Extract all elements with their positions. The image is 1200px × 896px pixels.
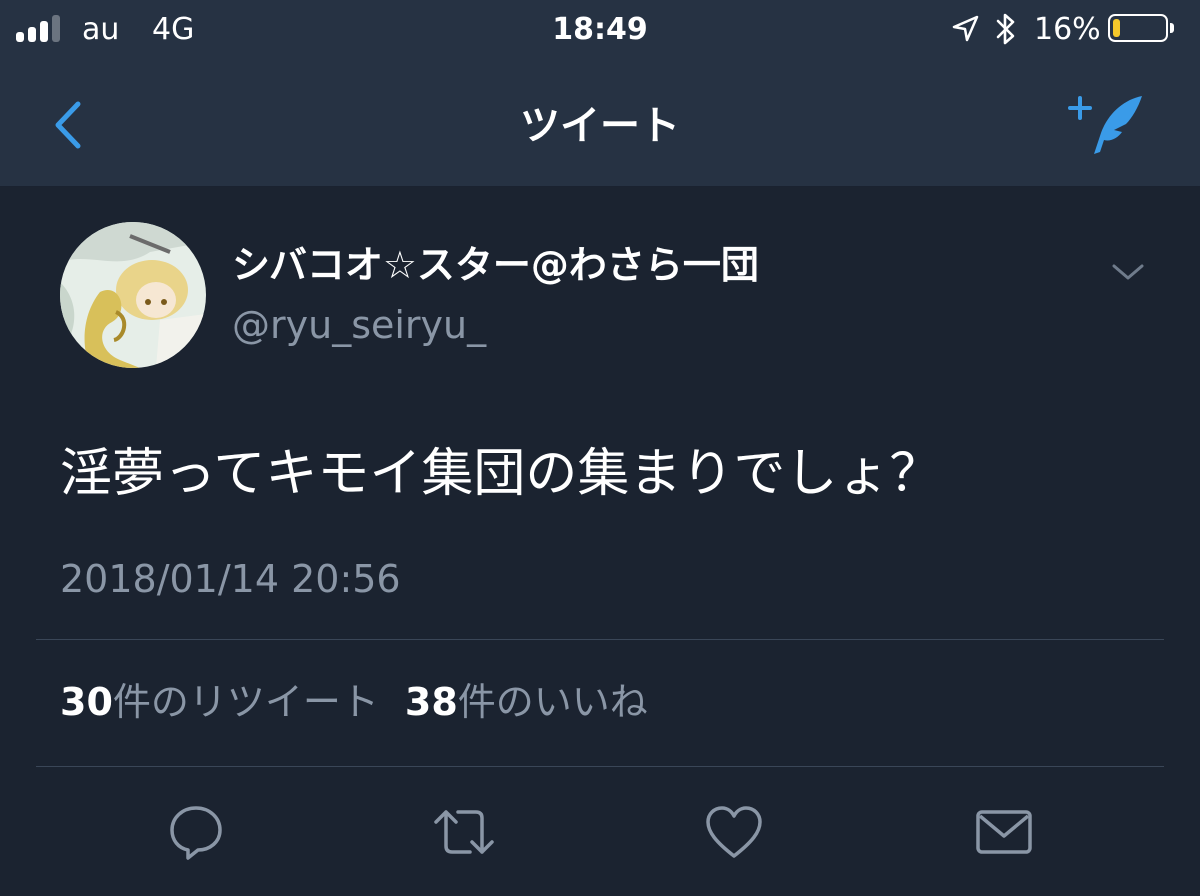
battery-icon — [1108, 14, 1176, 44]
divider — [36, 639, 1164, 640]
reply-icon — [170, 806, 222, 860]
retweet-label: 件のリツイート — [112, 680, 379, 724]
page-title: ツイート — [520, 103, 680, 149]
navigation-bar: ツイート — [0, 66, 1200, 187]
like-button[interactable] — [702, 800, 766, 864]
bluetooth-icon — [996, 13, 1015, 45]
reply-button[interactable] — [164, 800, 228, 864]
battery-percent: 16% — [1034, 12, 1101, 47]
like-count: 38 — [404, 680, 458, 724]
status-time: 18:49 — [552, 12, 648, 47]
divider — [36, 766, 1164, 767]
tweet-timestamp: 2018/01/14 20:56 — [60, 557, 401, 601]
chevron-down-icon — [1112, 264, 1144, 280]
compose-quill-icon — [1068, 96, 1142, 154]
status-bar: au 4G 18:49 16% — [0, 0, 1200, 66]
retweet-stat[interactable]: 30件のリツイート — [60, 680, 379, 724]
compose-tweet-button[interactable] — [1066, 88, 1156, 160]
retweet-icon — [434, 810, 494, 854]
location-arrow-icon — [952, 15, 979, 42]
tweet-options-button[interactable] — [1106, 254, 1150, 288]
user-handle[interactable]: @ryu_seiryu_ — [232, 300, 486, 350]
heart-icon — [706, 806, 762, 858]
direct-message-button[interactable] — [972, 800, 1036, 864]
avatar[interactable] — [60, 222, 206, 368]
avatar-image — [60, 222, 206, 368]
retweet-count: 30 — [60, 680, 113, 724]
tweet-stats: 30件のリツイート 38件のいいね — [60, 676, 648, 728]
like-stat[interactable]: 38件のいいね — [405, 680, 648, 724]
retweet-button[interactable] — [432, 800, 496, 864]
like-label: 件のいいね — [457, 680, 648, 724]
envelope-icon — [976, 810, 1032, 854]
display-name[interactable]: シバコオ☆スター@わさら一団 — [232, 240, 759, 290]
tweet-text: 淫夢ってキモイ集団の集まりでしょ？ — [60, 444, 942, 504]
